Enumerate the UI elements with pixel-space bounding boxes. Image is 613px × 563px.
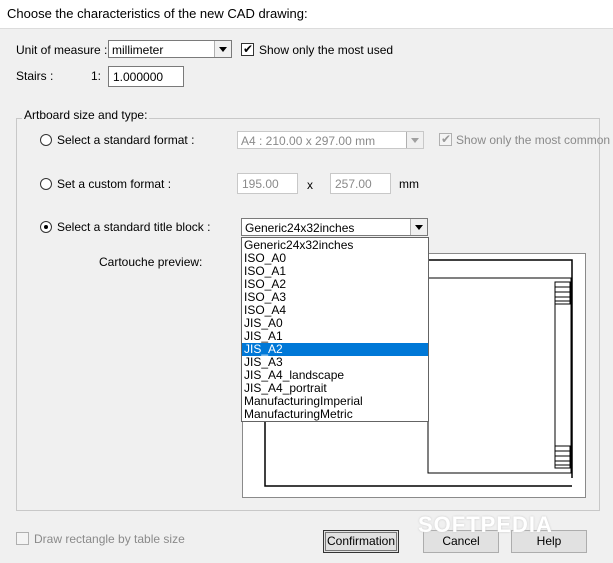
custom-width-value: 195.00 xyxy=(242,177,279,191)
stairs-input[interactable]: 1.000000 xyxy=(108,66,184,87)
chevron-down-icon[interactable] xyxy=(406,132,423,148)
standard-format-radio[interactable] xyxy=(40,134,52,146)
custom-width-input[interactable]: 195.00 xyxy=(237,173,298,194)
chevron-down-icon[interactable] xyxy=(410,219,427,235)
show-most-used-label: Show only the most used xyxy=(259,43,394,57)
title-block-dropdown-list[interactable]: Generic24x32inches ISO_A0 ISO_A1 ISO_A2 ISO_… xyxy=(241,237,429,422)
unit-label: Unit of measure : xyxy=(16,43,108,57)
unit-select[interactable]: millimeter xyxy=(108,40,232,58)
show-most-common-label: Show only the most common xyxy=(456,133,611,147)
confirmation-button[interactable]: Confirmation xyxy=(323,530,399,553)
artboard-group-title: Artboard size and type: xyxy=(22,108,150,122)
dropdown-option[interactable]: ManufacturingMetric xyxy=(242,408,428,421)
custom-format-label: Set a custom format : xyxy=(57,177,172,191)
title-block-value: Generic24x32inches xyxy=(245,221,355,235)
draw-rectangle-checkbox[interactable] xyxy=(16,532,29,545)
standard-format-select[interactable]: A4 : 210.00 x 297.00 mm xyxy=(237,131,424,149)
custom-separator: x xyxy=(307,178,313,192)
show-most-common-checkbox[interactable] xyxy=(439,132,452,146)
stairs-ratio-prefix: 1: xyxy=(91,69,102,83)
unit-value: millimeter xyxy=(112,43,164,57)
custom-height-value: 257.00 xyxy=(335,177,372,191)
title-block-radio[interactable] xyxy=(40,221,52,233)
draw-rectangle-label: Draw rectangle by table size xyxy=(34,532,185,546)
show-most-used-checkbox[interactable] xyxy=(241,42,254,56)
cartouche-preview-label: Cartouche preview: xyxy=(99,255,203,269)
custom-format-radio[interactable] xyxy=(40,178,52,190)
title-bar: Choose the characteristics of the new CA… xyxy=(0,0,613,29)
custom-height-input[interactable]: 257.00 xyxy=(330,173,391,194)
standard-format-label: Select a standard format : xyxy=(57,133,195,147)
title-block-label: Select a standard title block : xyxy=(57,220,211,234)
watermark: SOFTPEDIA xyxy=(418,512,553,537)
standard-format-value: A4 : 210.00 x 297.00 mm xyxy=(241,134,376,148)
stairs-label: Stairs : xyxy=(16,69,54,83)
chevron-down-icon[interactable] xyxy=(214,41,231,57)
stairs-value: 1.000000 xyxy=(113,70,164,84)
window-title: Choose the characteristics of the new CA… xyxy=(7,6,308,21)
custom-unit-label: mm xyxy=(399,177,419,191)
title-block-select[interactable]: Generic24x32inches xyxy=(241,218,428,236)
